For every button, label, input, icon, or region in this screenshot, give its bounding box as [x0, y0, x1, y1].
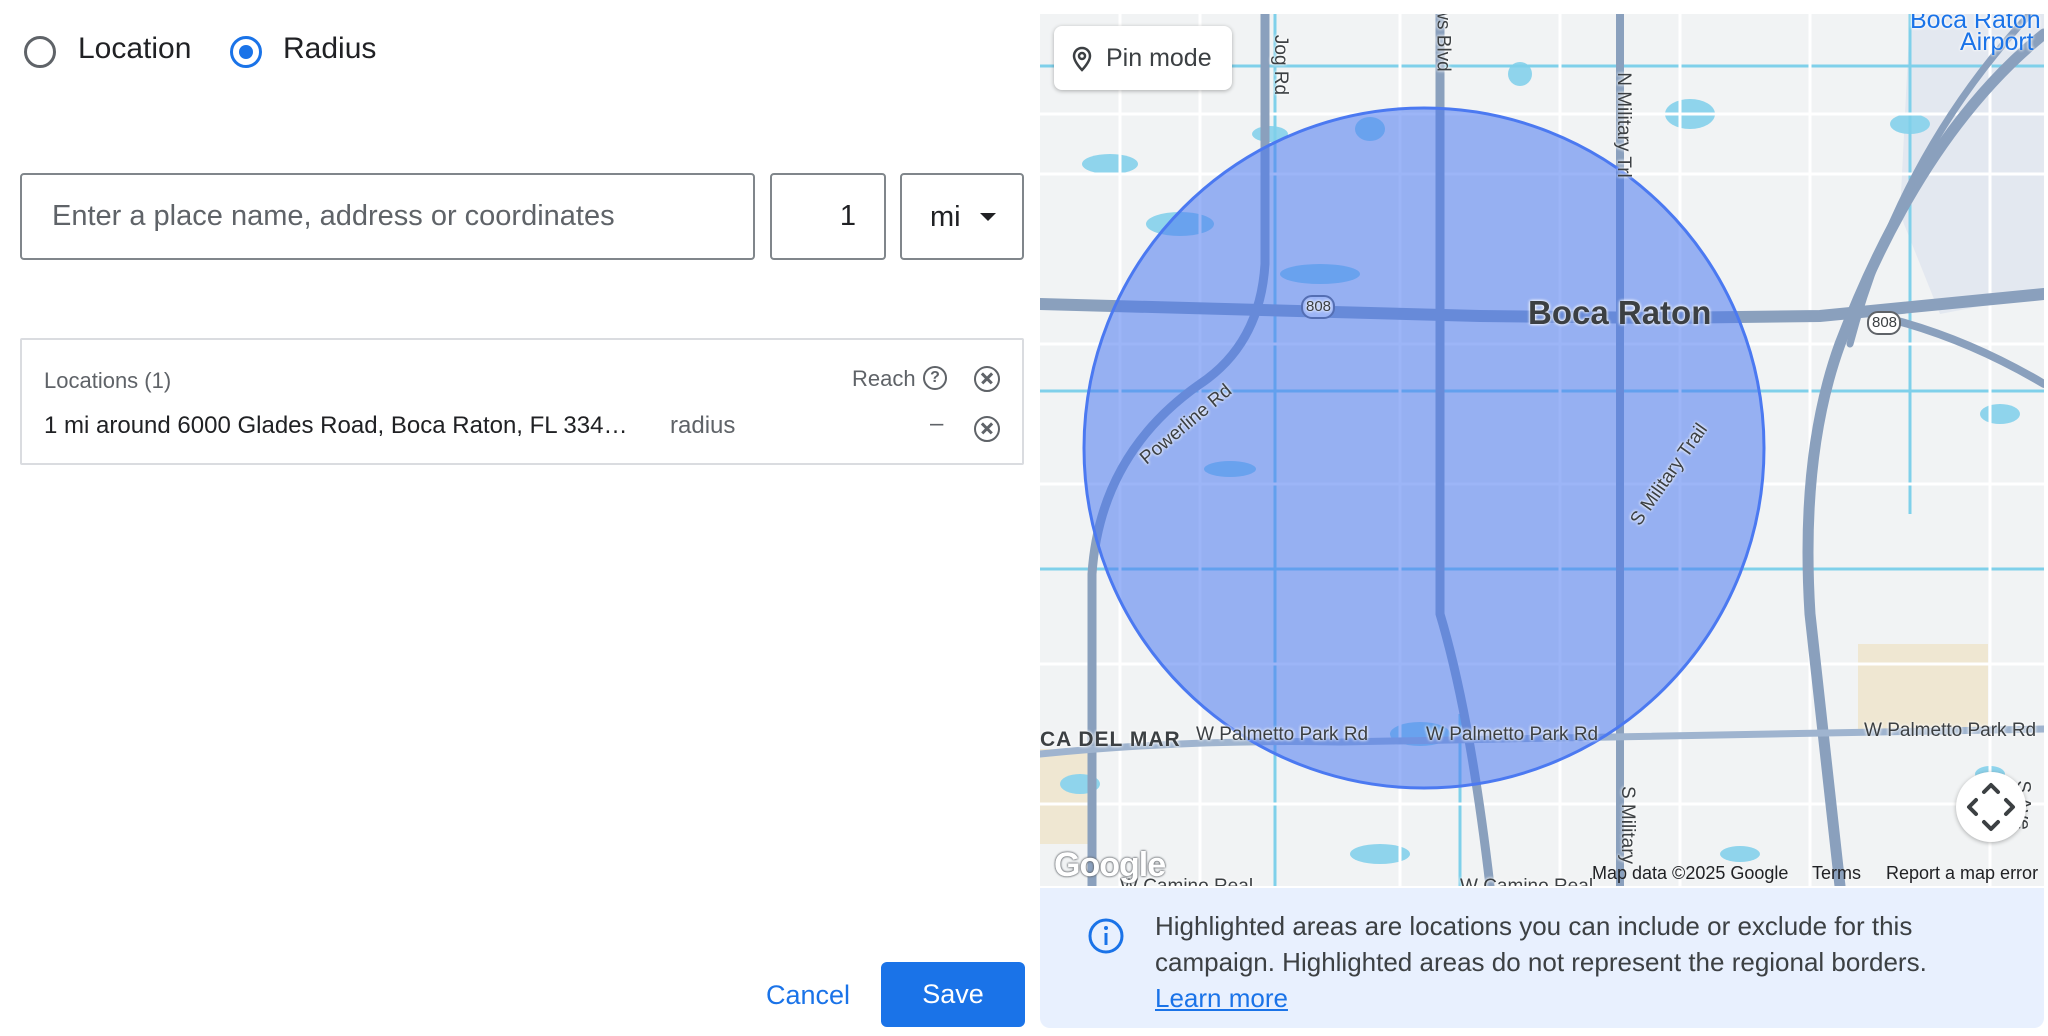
location-item-text: 1 mi around 6000 Glades Road, Boca Raton… [44, 412, 628, 439]
radio-location-label: Location [78, 32, 192, 65]
reach-label: Reach [852, 366, 916, 391]
map-report-link[interactable]: Report a map error [1886, 863, 2038, 884]
save-button[interactable]: Save [881, 962, 1025, 1027]
search-input[interactable] [22, 175, 753, 258]
pin-mode-button[interactable]: Pin mode [1054, 26, 1232, 90]
radius-circle [1082, 106, 1766, 790]
info-message: Highlighted areas are locations you can … [1155, 911, 1927, 977]
move-arrows-icon [1967, 783, 2015, 831]
map-label-city: Boca Raton [1528, 294, 1712, 331]
map-terms-link[interactable]: Terms [1812, 863, 1861, 884]
map-label-s-military-bottom: S Military [1617, 785, 1639, 865]
unit-select-value: mi [930, 201, 961, 233]
learn-more-link[interactable]: Learn more [1155, 983, 1288, 1013]
info-banner: Highlighted areas are locations you can … [1040, 888, 2044, 1028]
map-attribution: Map data ©2025 Google [1592, 863, 1789, 883]
unit-select[interactable]: mi [900, 173, 1024, 260]
cancel-button[interactable]: Cancel [766, 980, 850, 1011]
map-label-shield-2: 808 [1872, 314, 1898, 331]
pin-icon [1072, 46, 1092, 72]
map-label-camino-2: W Camino Real [1460, 876, 1593, 886]
map-canvas[interactable] [1040, 14, 2044, 886]
map-label-jog-rd: Jog Rd [1270, 34, 1292, 96]
map-label-shield-1: 808 [1306, 298, 1332, 315]
location-item-type: radius [670, 412, 736, 439]
radio-radius-label: Radius [283, 32, 377, 65]
map[interactable]: Boca Raton Airport Boca Raton Jog Rd ws … [1040, 14, 2044, 886]
map-label-palmetto-2: W Palmetto Park Rd [1426, 724, 1599, 745]
map-label-airport-2: Airport [1960, 28, 2034, 56]
remove-location-icon[interactable] [974, 416, 1000, 442]
location-item-reach: – [930, 410, 944, 437]
chevron-down-icon [980, 213, 996, 221]
map-label-palmetto-3: W Palmetto Park Rd [1864, 720, 2037, 741]
info-icon [1088, 918, 1124, 954]
locations-header: Locations (1) [44, 368, 172, 393]
map-label-ws-blvd: ws Blvd [1432, 14, 1454, 72]
search-field [20, 173, 755, 260]
radio-radius[interactable] [230, 36, 262, 68]
map-label-palmetto-1: W Palmetto Park Rd [1196, 724, 1369, 745]
remove-all-icon[interactable] [974, 366, 1000, 392]
help-icon[interactable]: ? [923, 366, 947, 390]
radius-value-input[interactable] [772, 175, 884, 258]
radius-value-field [770, 173, 886, 260]
pin-mode-label: Pin mode [1106, 44, 1212, 72]
info-text-block: Highlighted areas are locations you can … [1155, 908, 2015, 1016]
map-move-control[interactable] [1956, 772, 2026, 842]
locations-panel: Locations (1) Reach ? 1 mi around 6000 G… [20, 338, 1024, 465]
radio-location[interactable] [24, 36, 56, 68]
map-label-n-military: N Military Trl [1612, 72, 1634, 178]
map-label-ca-del-mar: CA DEL MAR [1040, 728, 1181, 751]
google-logo: Google [1054, 846, 1166, 884]
